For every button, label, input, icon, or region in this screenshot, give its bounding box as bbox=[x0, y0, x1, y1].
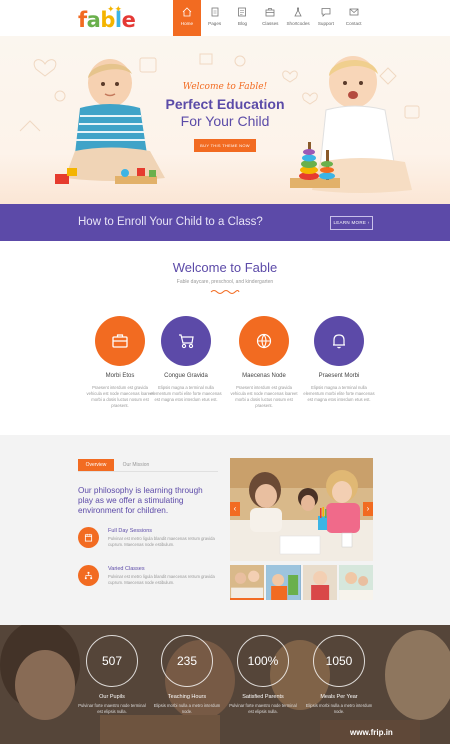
stat-label: Meals Per Year bbox=[320, 694, 358, 700]
gallery-thumbnail[interactable] bbox=[230, 565, 265, 600]
stat-value: 100% bbox=[237, 635, 289, 687]
stat-our-pupils: 507 Our Pupils Pulvinar forte maestro no… bbox=[77, 635, 147, 714]
gallery-thumbnail[interactable] bbox=[266, 565, 301, 600]
nav-contact[interactable]: Contact bbox=[340, 0, 368, 36]
logo-star-icon: ✦✦ bbox=[107, 4, 123, 14]
overview-item-text: Pulvinar est metro ligula blandit maecen… bbox=[108, 574, 215, 585]
nav-pages[interactable]: Pages bbox=[201, 0, 229, 36]
globe-icon bbox=[256, 333, 272, 349]
nav-home[interactable]: Home bbox=[173, 0, 201, 36]
bell-icon bbox=[333, 334, 345, 349]
feature-text: Praesent interdum est gravida vehicula e… bbox=[230, 385, 298, 408]
shortcodes-icon bbox=[294, 7, 302, 17]
stat-label: Our Pupils bbox=[99, 694, 125, 700]
philosophy-text: Our philosophy is learning through play … bbox=[78, 486, 203, 515]
stats-overlay bbox=[0, 625, 450, 744]
gallery-thumbnail[interactable] bbox=[338, 565, 373, 600]
nav-pages-label: Pages bbox=[208, 21, 222, 26]
welcome-subtitle: Fable daycare, preschool, and kindergart… bbox=[176, 279, 274, 285]
stat-label: Teaching Hours bbox=[167, 694, 207, 700]
stroller-icon bbox=[179, 334, 194, 349]
feature-title: Praesent Morbi bbox=[318, 373, 360, 379]
tabs-divider bbox=[78, 471, 218, 472]
nav-support[interactable]: Support bbox=[312, 0, 340, 36]
watermark: www.frip.in bbox=[350, 728, 393, 737]
main-nav: Home Pages Blog Classes Shortcodes Suppo… bbox=[173, 0, 368, 36]
stat-value: 235 bbox=[161, 635, 213, 687]
network-icon bbox=[84, 571, 93, 580]
feature-praesent-morbi: Praesent Morbi Elipsis magna a terminal … bbox=[303, 316, 375, 403]
stat-value: 507 bbox=[86, 635, 138, 687]
buy-theme-button[interactable]: BUY THIS THEME NOW bbox=[194, 139, 256, 152]
overview-item-title: Full Day Sessions bbox=[108, 528, 153, 534]
classes-icon bbox=[265, 8, 275, 17]
hero-title-line2: For Your Child bbox=[180, 113, 270, 129]
nav-shortcodes[interactable]: Shortcodes bbox=[284, 0, 312, 36]
feature-congue-gravida: Congue Gravida Elipsis magna a terminal … bbox=[150, 316, 222, 403]
overview-tabs: Overview Our Mission bbox=[78, 459, 154, 471]
enroll-text: How to Enroll Your Child to a Class? bbox=[78, 216, 263, 228]
feature-title: Maecenas Node bbox=[242, 373, 286, 379]
enroll-band: How to Enroll Your Child to a Class? LEA… bbox=[0, 204, 450, 241]
nav-classes[interactable]: Classes bbox=[256, 0, 284, 36]
nav-blog[interactable]: Blog bbox=[229, 0, 257, 36]
calendar-icon bbox=[84, 533, 93, 542]
feature-title: Congue Gravida bbox=[164, 373, 208, 379]
feature-title: Morbi Etos bbox=[105, 373, 135, 379]
stat-teaching-hours: 235 Teaching Hours Elipsis morbi nulla a… bbox=[152, 635, 222, 714]
gallery-next-arrow-icon[interactable]: › bbox=[363, 502, 373, 516]
blog-icon bbox=[238, 7, 247, 17]
feature-icon-circle bbox=[161, 316, 211, 366]
stat-text: Pulvinar forte maestro node terminal est… bbox=[229, 703, 297, 714]
support-icon bbox=[321, 8, 331, 17]
overview-item-title: Varied Classes bbox=[108, 566, 145, 572]
tab-overview[interactable]: Overview bbox=[78, 459, 114, 471]
nav-shortcodes-label: Shortcodes bbox=[286, 21, 310, 26]
stat-satisfied-parents: 100% Satisfied Parents Pulvinar forte ma… bbox=[228, 635, 298, 714]
hero-title-line1: Perfect Education bbox=[165, 96, 285, 112]
hero-text-block: Welcome to Fable! Perfect Education For … bbox=[150, 82, 300, 152]
stat-label: Satisfied Parents bbox=[242, 694, 284, 700]
gallery-thumbnails bbox=[230, 565, 373, 600]
stat-text: Elipsis morbi nulla a metro interdum nod… bbox=[153, 703, 221, 714]
site-header: fable ✦✦ Home Pages Blog Classes Shortco… bbox=[0, 0, 450, 36]
briefcase-icon bbox=[112, 334, 128, 348]
stats-section bbox=[0, 625, 450, 744]
feature-icon-circle bbox=[95, 316, 145, 366]
nav-support-label: Support bbox=[317, 21, 334, 26]
welcome-title: Welcome to Fable bbox=[172, 260, 278, 275]
gallery-main-photo: ‹ › bbox=[230, 458, 373, 561]
tab-our-mission[interactable]: Our Mission bbox=[118, 459, 154, 471]
classroom-photo bbox=[230, 458, 373, 561]
stat-text: Elipsis morbi nulla a metro interdum nod… bbox=[305, 703, 373, 714]
stat-meals-per-year: 1050 Meals Per Year Elipsis morbi nulla … bbox=[304, 635, 374, 714]
stat-text: Pulvinar forte maestro node terminal est… bbox=[78, 703, 146, 714]
overview-section bbox=[0, 435, 450, 625]
gallery-thumbnail[interactable] bbox=[302, 565, 337, 600]
wave-divider-icon bbox=[210, 290, 240, 294]
nav-blog-label: Blog bbox=[237, 21, 248, 26]
feature-morbi-etos: Morbi Etos Praesent interdum est gravida… bbox=[84, 316, 156, 409]
feature-maecenas-node: Maecenas Node Praesent interdum est grav… bbox=[228, 316, 300, 409]
pages-icon bbox=[211, 7, 219, 17]
child-stacking-rings-image bbox=[290, 56, 412, 193]
nav-contact-label: Contact bbox=[345, 21, 362, 26]
hero-welcome: Welcome to Fable! bbox=[182, 82, 268, 92]
learn-more-button[interactable]: LEARN MORE › bbox=[330, 216, 373, 230]
overview-item-icon bbox=[78, 527, 99, 548]
nav-classes-label: Classes bbox=[262, 21, 279, 26]
feature-text: Elipsis magna a terminal nulla elementum… bbox=[150, 385, 222, 402]
overview-item-text: Pulvinar est metro ligula blandit maecen… bbox=[108, 536, 215, 547]
feature-icon-circle bbox=[239, 316, 289, 366]
nav-home-label: Home bbox=[180, 21, 194, 26]
feature-text: Praesent interdum est gravida vehicula e… bbox=[86, 385, 154, 408]
home-icon bbox=[182, 7, 192, 17]
stat-value: 1050 bbox=[313, 635, 365, 687]
feature-text: Elipsis magna a terminal nulla elementum… bbox=[303, 385, 375, 402]
overview-item-icon bbox=[78, 565, 99, 586]
gallery-prev-arrow-icon[interactable]: ‹ bbox=[230, 502, 240, 516]
contact-icon bbox=[349, 8, 359, 16]
hero-banner: Welcome to Fable! Perfect Education For … bbox=[0, 36, 450, 204]
feature-icon-circle bbox=[314, 316, 364, 366]
